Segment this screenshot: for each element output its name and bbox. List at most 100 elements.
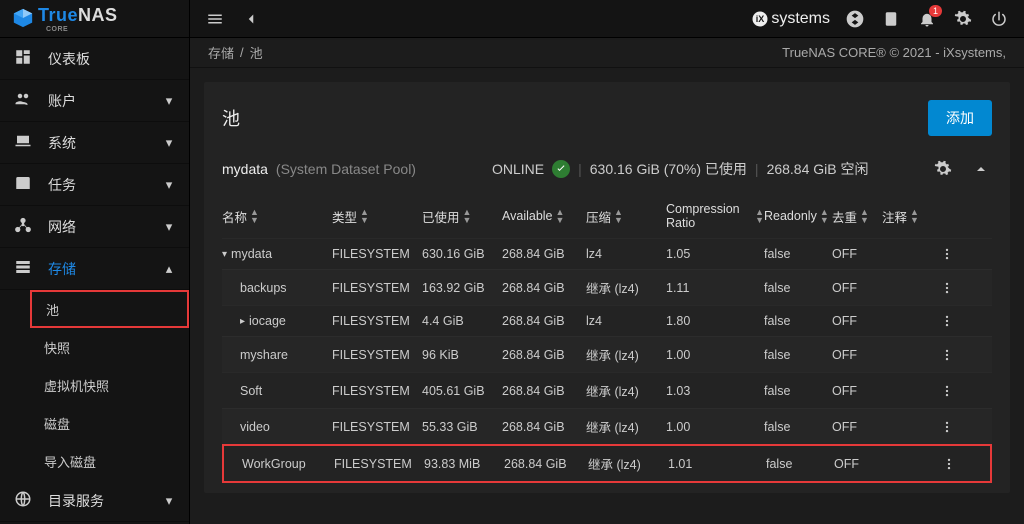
table-row[interactable]: video FILESYSTEM55.33 GiB268.84 GiB继承 (lz… xyxy=(222,408,992,444)
dataset-readonly: false xyxy=(766,457,834,471)
dataset-ratio: 1.00 xyxy=(666,348,764,362)
dataset-dedup: OFF xyxy=(832,384,882,398)
dataset-name: video xyxy=(240,420,270,434)
copyright: TrueNAS CORE® © 2021 - iXsystems, xyxy=(782,45,1006,60)
dataset-name: mydata xyxy=(231,247,272,261)
table-row[interactable]: myshareFILESYSTEM96 KiB268.84 GiB继承 (lz4… xyxy=(222,336,992,372)
back-icon[interactable] xyxy=(240,8,262,30)
sidebar-item-network[interactable]: 网络▾ xyxy=(0,206,189,248)
dataset-used: 163.92 GiB xyxy=(422,281,502,295)
menu-icon[interactable] xyxy=(204,8,226,30)
col-readonly[interactable]: Readonly▲▼ xyxy=(764,208,832,224)
sidebar-item-label: 系统 xyxy=(48,133,163,153)
pool-used: 630.16 GiB (70%) 已使用 xyxy=(590,159,747,179)
crumb-storage[interactable]: 存储 xyxy=(208,43,234,62)
bell-icon[interactable]: 1 xyxy=(916,8,938,30)
dataset-compression: 继承 (lz4) xyxy=(586,381,666,400)
add-button[interactable]: 添加 xyxy=(928,100,992,136)
ix-logo[interactable]: iX systems xyxy=(751,10,830,28)
dataset-compression: 继承 (lz4) xyxy=(586,278,666,297)
dataset-dedup: OFF xyxy=(834,457,884,471)
sidebar-item-globe[interactable]: 目录服务▾ xyxy=(0,480,189,522)
dataset-readonly: false xyxy=(764,420,832,434)
sidebar-item-label: 目录服务 xyxy=(48,491,163,511)
row-menu-icon[interactable] xyxy=(932,348,962,362)
dataset-name: myshare xyxy=(240,348,288,362)
sidebar-sub-item[interactable]: 磁盘 xyxy=(30,404,189,442)
gear-icon[interactable] xyxy=(952,8,974,30)
topbar: iX systems 1 xyxy=(190,0,1024,38)
collapse-icon[interactable] xyxy=(970,158,992,180)
table-row[interactable]: SoftFILESYSTEM405.61 GiB268.84 GiB继承 (lz… xyxy=(222,372,992,408)
pools-card: 池 添加 mydata (System Dataset Pool) ONLINE… xyxy=(204,82,1010,493)
table-row[interactable]: WorkGroupFILESYSTEM93.83 MiB268.84 GiB继承… xyxy=(222,444,992,483)
col-ratio[interactable]: Compression Ratio▲▼ xyxy=(666,202,764,230)
row-menu-icon[interactable] xyxy=(932,281,962,295)
card-title: 池 xyxy=(222,105,928,131)
col-type[interactable]: 类型▲▼ xyxy=(332,207,422,226)
sidebar-sub-item[interactable]: 池 xyxy=(30,290,189,328)
chevron-down-icon: ▾ xyxy=(163,493,175,509)
row-menu-icon[interactable] xyxy=(932,314,962,328)
row-menu-icon[interactable] xyxy=(934,457,964,471)
breadcrumb: 存储 / 池 TrueNAS CORE® © 2021 - iXsystems, xyxy=(190,38,1024,68)
col-name[interactable]: 名称▲▼ xyxy=(222,207,332,226)
dataset-type: FILESYSTEM xyxy=(334,457,424,471)
chevron-down-icon: ▾ xyxy=(163,135,175,151)
dataset-type: FILESYSTEM xyxy=(332,314,422,328)
dataset-type: FILESYSTEM xyxy=(332,384,422,398)
dataset-used: 55.33 GiB xyxy=(422,420,502,434)
row-menu-icon[interactable] xyxy=(932,384,962,398)
dataset-used: 630.16 GiB xyxy=(422,247,502,261)
pool-name: mydata xyxy=(222,161,268,177)
sidebar-item-laptop[interactable]: 系统▾ xyxy=(0,122,189,164)
dataset-available: 268.84 GiB xyxy=(502,384,586,398)
sidebar-sub-item[interactable]: 导入磁盘 xyxy=(30,442,189,480)
datasets-table: 名称▲▼ 类型▲▼ 已使用▲▼ Available▲▼ 压缩▲▼ Compres… xyxy=(222,194,992,483)
dataset-ratio: 1.00 xyxy=(666,420,764,434)
sidebar-sub-item[interactable]: 快照 xyxy=(30,328,189,366)
table-row[interactable]: backupsFILESYSTEM163.92 GiB268.84 GiB继承 … xyxy=(222,269,992,305)
pool-summary: mydata (System Dataset Pool) ONLINE | 63… xyxy=(222,152,992,194)
table-row[interactable]: ▾mydataFILESYSTEM630.16 GiB268.84 GiBlz4… xyxy=(222,238,992,269)
dataset-available: 268.84 GiB xyxy=(502,420,586,434)
sidebar-item-label: 账户 xyxy=(48,91,163,111)
power-icon[interactable] xyxy=(988,8,1010,30)
dataset-readonly: false xyxy=(764,384,832,398)
truecommand-icon[interactable] xyxy=(844,8,866,30)
sidebar-item-people[interactable]: 账户▾ xyxy=(0,80,189,122)
col-comment[interactable]: 注释▲▼ xyxy=(882,207,932,226)
crumb-pool: 池 xyxy=(250,43,263,62)
people-icon xyxy=(14,90,32,111)
dataset-available: 268.84 GiB xyxy=(504,457,588,471)
chevron-right-icon[interactable]: ▸ xyxy=(240,316,245,327)
dataset-available: 268.84 GiB xyxy=(502,314,586,328)
dataset-dedup: OFF xyxy=(832,314,882,328)
notification-badge: 1 xyxy=(929,5,942,17)
dataset-available: 268.84 GiB xyxy=(502,281,586,295)
chevron-down-icon[interactable]: ▾ xyxy=(222,249,227,260)
table-row[interactable]: ▸iocageFILESYSTEM4.4 GiB268.84 GiBlz41.8… xyxy=(222,305,992,336)
sidebar-item-calendar[interactable]: 任务▾ xyxy=(0,164,189,206)
clipboard-icon[interactable] xyxy=(880,8,902,30)
sidebar-item-storage[interactable]: 存储▴ xyxy=(0,248,189,290)
col-compression[interactable]: 压缩▲▼ xyxy=(586,207,666,226)
dataset-ratio: 1.01 xyxy=(668,457,766,471)
row-menu-icon[interactable] xyxy=(932,420,962,434)
dataset-used: 93.83 MiB xyxy=(424,457,504,471)
dataset-compression: 继承 (lz4) xyxy=(586,417,666,436)
sidebar-nav: 仪表板账户▾系统▾任务▾网络▾存储▴池快照虚拟机快照磁盘导入磁盘目录服务▾ xyxy=(0,38,189,524)
dataset-compression: 继承 (lz4) xyxy=(586,345,666,364)
col-available[interactable]: Available▲▼ xyxy=(502,208,586,224)
pool-gear-icon[interactable] xyxy=(932,158,954,180)
sidebar-item-dashboard[interactable]: 仪表板 xyxy=(0,38,189,80)
sidebar-item-label: 存储 xyxy=(48,259,163,279)
row-menu-icon[interactable] xyxy=(932,247,962,261)
dataset-type: FILESYSTEM xyxy=(332,420,422,434)
logo[interactable]: TrueNAS CORE xyxy=(0,0,189,38)
col-dedup[interactable]: 去重▲▼ xyxy=(832,207,882,226)
dataset-name: backups xyxy=(240,281,287,295)
col-used[interactable]: 已使用▲▼ xyxy=(422,207,502,226)
sidebar-sub-item[interactable]: 虚拟机快照 xyxy=(30,366,189,404)
sidebar-item-label: 网络 xyxy=(48,217,163,237)
